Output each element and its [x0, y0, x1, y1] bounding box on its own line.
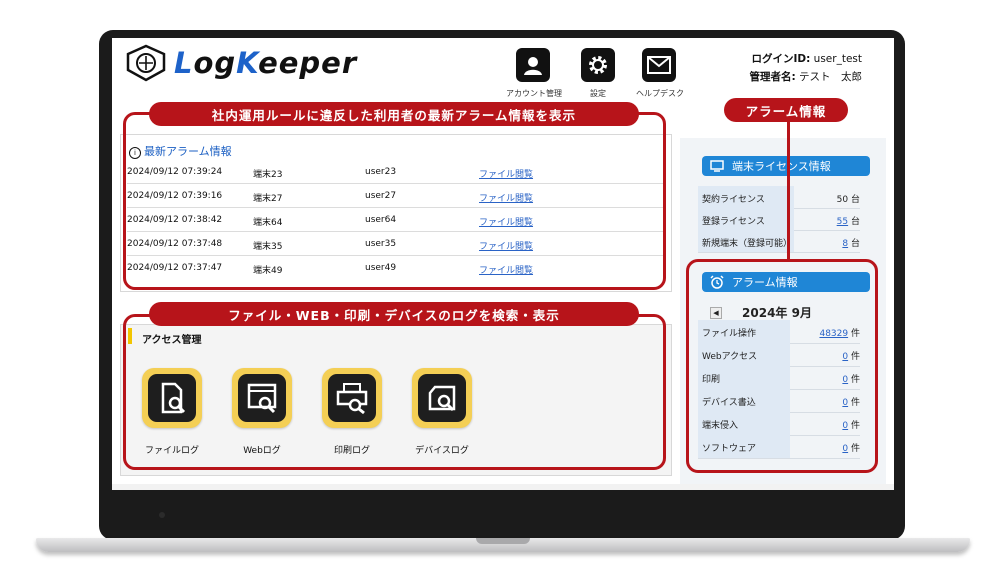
license-unit: 台	[850, 195, 860, 205]
license-value: 50 台	[837, 192, 860, 205]
camera-dot	[159, 512, 165, 518]
license-unit: 台	[850, 217, 860, 227]
license-value: 8 台	[842, 236, 860, 249]
logo-letter-k: K	[236, 46, 259, 80]
license-count: 50	[836, 195, 849, 205]
login-id: user_test	[813, 53, 862, 65]
license-row: 登録ライセンス 55 台	[698, 208, 860, 231]
license-info-header[interactable]: 端末ライセンス情報	[702, 156, 870, 176]
license-label: 登録ライセンス	[698, 208, 794, 230]
admin-name: テスト 太郎	[799, 71, 862, 83]
logo-wordmark: LogKeeper	[174, 46, 357, 80]
monitor-icon	[710, 160, 724, 172]
callout-log-search: ファイル・WEB・印刷・デバイスのログを検索・表示	[149, 302, 639, 326]
logo-badge-icon	[126, 44, 166, 82]
logo-text-og: og	[193, 46, 237, 80]
license-count-link[interactable]: 55	[837, 217, 848, 227]
alarm-callout-connector	[787, 118, 790, 261]
license-label: 新規端末（登録可能）	[698, 230, 794, 252]
account-icon	[524, 57, 542, 75]
screen-footer	[112, 484, 894, 490]
license-row: 新規端末（登録可能） 8 台	[698, 230, 860, 253]
latest-alarm-highlight-frame	[123, 112, 666, 290]
license-count-link[interactable]: 8	[842, 239, 848, 249]
gear-icon	[589, 56, 607, 74]
laptop-base	[36, 538, 970, 552]
callout-latest-alarm: 社内運用ルールに違反した利用者の最新アラーム情報を表示	[149, 102, 639, 126]
license-label: 契約ライセンス	[698, 186, 794, 208]
login-id-label: ログインID:	[751, 53, 811, 65]
logo-letter-l: L	[174, 46, 194, 80]
settings-button[interactable]	[581, 48, 615, 82]
settings-label[interactable]: 設定	[590, 88, 606, 99]
account-label[interactable]: アカウント管理	[506, 88, 562, 99]
helpdesk-label[interactable]: ヘルプデスク	[636, 88, 684, 99]
base-notch	[476, 538, 530, 544]
helpdesk-button[interactable]	[642, 48, 676, 82]
callout-alarm-info: アラーム情報	[724, 98, 848, 122]
license-info-title: 端末ライセンス情報	[732, 160, 831, 173]
logo[interactable]: LogKeeper	[124, 44, 357, 82]
license-unit: 台	[850, 239, 860, 249]
license-value: 55 台	[837, 214, 860, 227]
account-button[interactable]	[516, 48, 550, 82]
mail-icon	[647, 56, 671, 74]
log-search-highlight-frame	[123, 314, 666, 470]
admin-name-label: 管理者名:	[749, 71, 796, 83]
logo-text-eeper: eeper	[258, 46, 358, 80]
license-row: 契約ライセンス 50 台	[698, 186, 860, 209]
alarm-info-highlight-frame	[686, 259, 878, 473]
login-info: ログインID: user_test 管理者名: テスト 太郎	[718, 50, 862, 86]
